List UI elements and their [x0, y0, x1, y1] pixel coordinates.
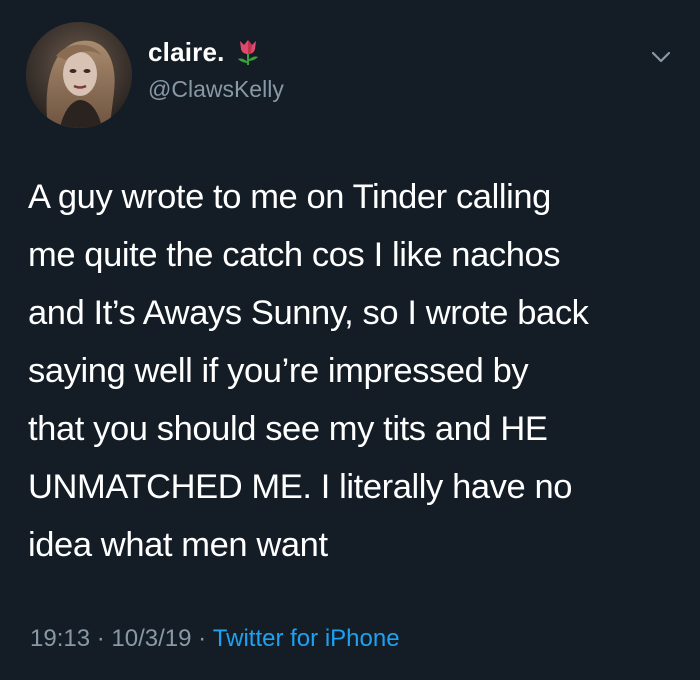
tweet-meta: 19:13 · 10/3/19 · Twitter for iPhone [30, 625, 400, 653]
tweet-source-link[interactable]: Twitter for iPhone [213, 625, 400, 653]
display-name[interactable]: claire. [148, 37, 225, 68]
name-row: claire. [148, 35, 261, 69]
tweet-date[interactable]: 10/3/19 [111, 625, 191, 653]
meta-separator: · [191, 625, 213, 652]
chevron-down-icon[interactable] [648, 46, 674, 68]
user-handle[interactable]: @ClawsKelly [148, 76, 284, 103]
meta-separator: · [90, 625, 112, 652]
tweet-card: claire. @ClawsKelly A guy wrote to me on… [0, 0, 700, 680]
tulip-icon [235, 38, 261, 66]
tweet-time[interactable]: 19:13 [30, 625, 90, 653]
avatar[interactable] [26, 22, 132, 128]
tweet-text: A guy wrote to me on Tinder calling me q… [28, 178, 589, 564]
avatar-image [26, 22, 132, 128]
